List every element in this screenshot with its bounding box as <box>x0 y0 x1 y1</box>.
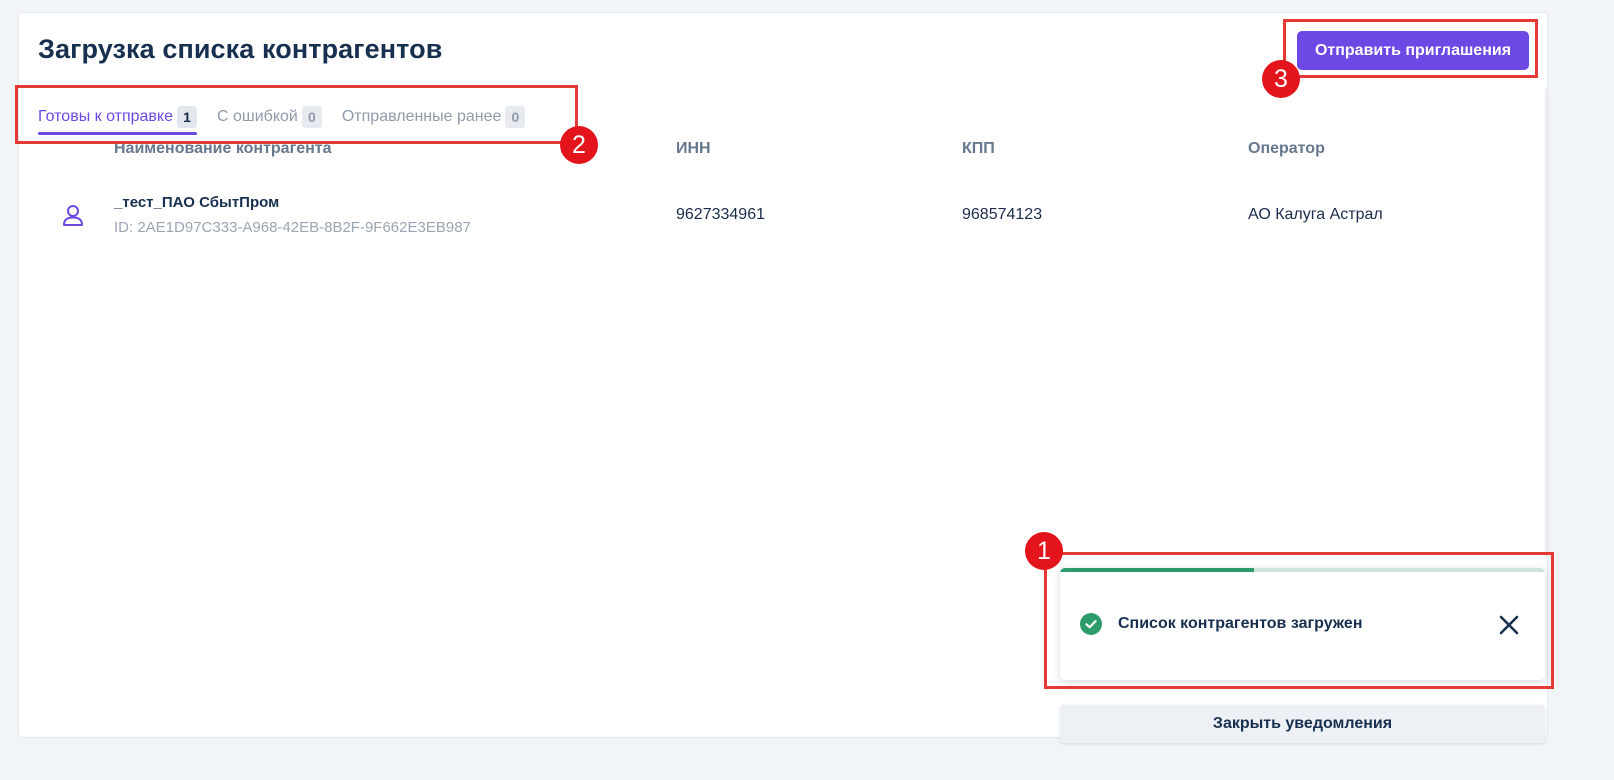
counterparty-kpp: 968574123 <box>962 206 1043 223</box>
counterparty-inn: 9627334961 <box>676 206 765 223</box>
close-notifications-button[interactable]: Закрыть уведомления <box>1060 705 1545 743</box>
counterparty-name: _тест_ПАО СбытПром <box>114 194 280 211</box>
column-header-kpp: КПП <box>962 140 995 157</box>
scrollbar[interactable] <box>1545 88 1549 558</box>
annotation-number-3: 3 <box>1262 60 1300 98</box>
page-title: Загрузка списка контрагентов <box>38 34 443 64</box>
counterparty-id: ID: 2AE1D97C333-A968-42EB-8B2F-9F662E3EB… <box>114 219 471 236</box>
column-header-inn: ИНН <box>676 140 711 157</box>
annotation-number-2: 2 <box>560 126 598 164</box>
annotation-box-send-button <box>1283 19 1538 78</box>
annotation-number-1: 1 <box>1025 532 1063 570</box>
user-icon <box>60 202 86 228</box>
annotation-box-tabs <box>15 85 578 144</box>
column-header-operator: Оператор <box>1248 140 1325 157</box>
annotation-box-notification <box>1044 552 1554 689</box>
counterparty-operator: АО Калуга Астрал <box>1248 206 1383 223</box>
table-row[interactable]: _тест_ПАО СбытПром ID: 2AE1D97C333-A968-… <box>0 190 1540 240</box>
